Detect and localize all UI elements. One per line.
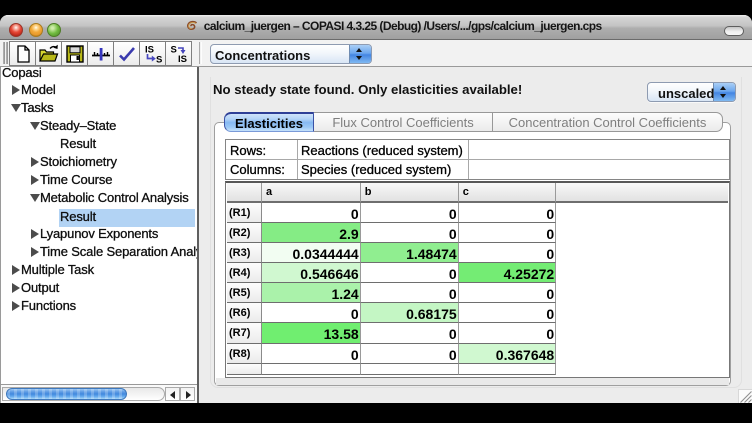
svg-text:IS: IS — [178, 54, 187, 65]
svg-text:S: S — [156, 55, 162, 66]
svg-text:IS: IS — [145, 45, 154, 56]
svg-text:S: S — [170, 45, 176, 56]
